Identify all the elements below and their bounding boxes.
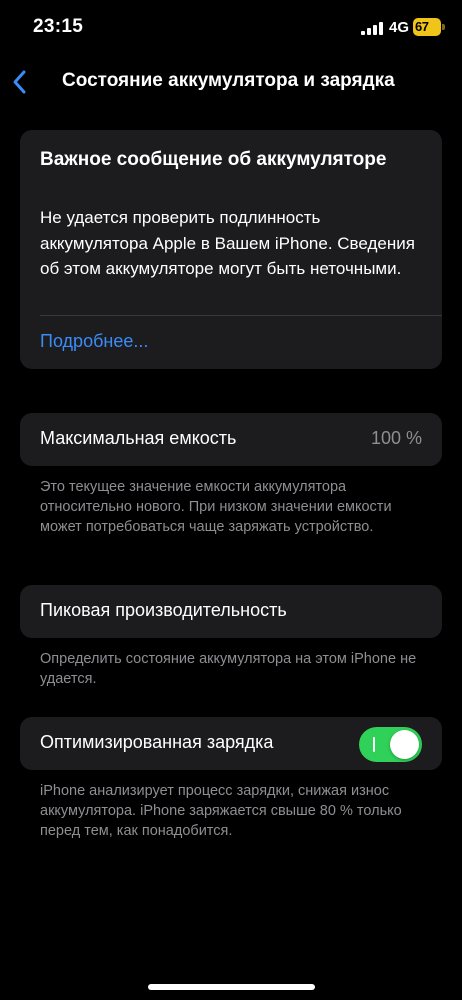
battery-alert-card: Важное сообщение об аккумуляторе Не удае…	[20, 130, 442, 369]
optimized-charging-row: Оптимизированная зарядка	[20, 717, 442, 770]
status-bar: 23:15 4G 67	[0, 0, 462, 56]
optimized-charging-footnote: iPhone анализирует процесс зарядки, сниж…	[40, 783, 402, 839]
toggle-on-indicator-icon	[373, 737, 375, 752]
max-capacity-label: Максимальная емкость	[40, 428, 237, 448]
peak-performance-label: Пиковая производительность	[40, 600, 287, 620]
status-time: 23:15	[33, 16, 84, 37]
optimized-charging-toggle[interactable]	[359, 727, 422, 762]
max-capacity-footnote: Это текущее значение емкости аккумулятор…	[40, 479, 392, 535]
battery-level: 67	[415, 19, 429, 34]
alert-body: Не удается проверить подлинность аккумул…	[40, 208, 415, 278]
battery-icon: 67	[413, 18, 445, 36]
peak-performance-footnote: Определить состояние аккумулятора на это…	[40, 651, 417, 687]
navigation-bar: Состояние аккумулятора и зарядка	[0, 62, 462, 102]
page-title: Состояние аккумулятора и зарядка	[62, 70, 395, 91]
max-capacity-value: 100 %	[370, 428, 422, 448]
divider	[40, 315, 442, 316]
peak-performance-row: Пиковая производительность	[20, 585, 442, 638]
max-capacity-row: Максимальная емкость 100 %	[20, 413, 442, 466]
alert-title: Важное сообщение об аккумуляторе	[40, 149, 387, 170]
home-indicator[interactable]	[148, 984, 315, 990]
chevron-left-icon[interactable]	[8, 66, 32, 98]
network-type: 4G	[389, 19, 410, 36]
toggle-knob	[390, 730, 419, 759]
optimized-charging-label: Оптимизированная зарядка	[40, 732, 274, 752]
cellular-signal-icon	[361, 22, 383, 35]
learn-more-link[interactable]: Подробнее...	[40, 331, 148, 352]
